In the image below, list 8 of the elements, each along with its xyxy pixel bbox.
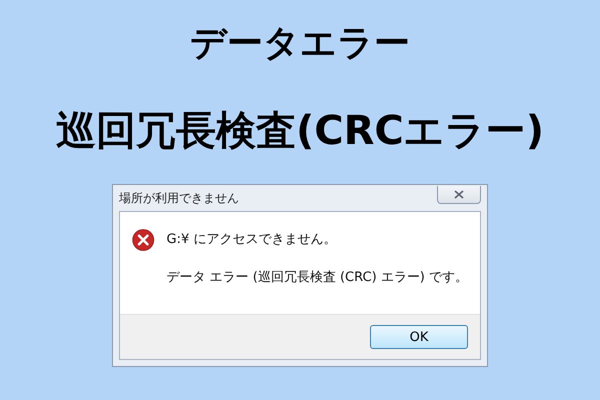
close-button[interactable]	[437, 186, 481, 204]
dialog-title: 場所が利用できません	[119, 190, 239, 206]
close-icon	[454, 190, 464, 199]
headline: データエラー	[190, 22, 410, 66]
headline: 巡回冗長検査(CRCエラー)	[56, 107, 544, 156]
error-detail: データ エラー (巡回冗長検査 (CRC) エラー) です。	[166, 269, 468, 286]
error-message: G:¥ にアクセスできません。	[166, 231, 338, 248]
ok-button[interactable]: OK	[370, 325, 468, 349]
